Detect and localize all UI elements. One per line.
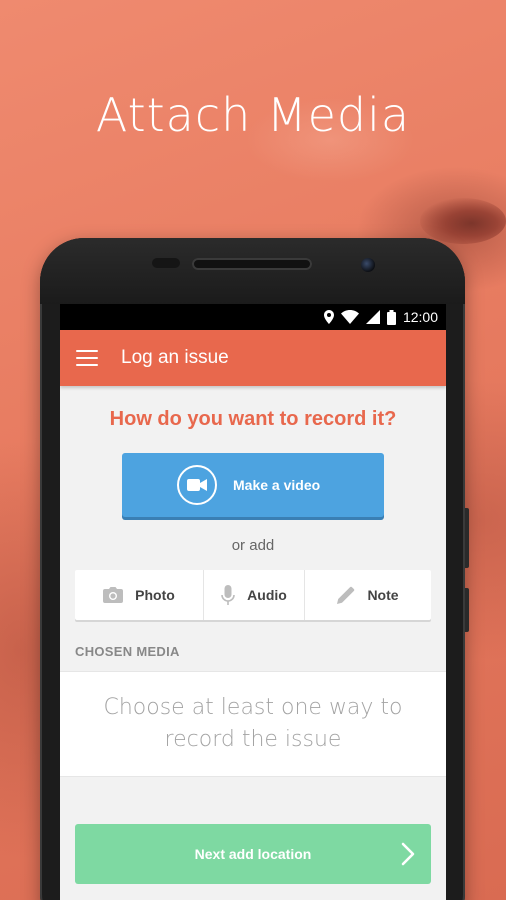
next-button-label: Next add location — [194, 846, 312, 862]
photo-option[interactable]: Photo — [75, 570, 203, 620]
video-camera-icon — [177, 465, 217, 505]
camera-icon — [103, 587, 124, 603]
wifi-icon — [340, 310, 359, 324]
phone-frame: 12:00 Log an issue How do you want to re… — [40, 238, 469, 900]
signal-icon — [365, 310, 380, 324]
or-add-text: or add — [231, 537, 275, 554]
audio-label: Audio — [247, 587, 287, 603]
power-button — [465, 508, 469, 568]
pencil-icon — [337, 586, 355, 604]
menu-icon[interactable] — [76, 350, 98, 366]
status-time: 12:00 — [402, 309, 438, 325]
make-video-label: Make a video — [233, 477, 321, 493]
volume-button — [465, 588, 469, 632]
app-bar-title: Log an issue — [121, 347, 229, 368]
phone-top-bezel — [40, 238, 465, 304]
chosen-media-empty-state: Choose at least one way to record the is… — [60, 671, 446, 777]
microphone-icon — [221, 585, 235, 605]
background-eye — [420, 198, 506, 244]
app-bar: Log an issue — [60, 330, 446, 386]
phone-screen: 12:00 Log an issue How do you want to re… — [60, 304, 446, 900]
record-question: How do you want to record it? — [109, 408, 397, 430]
note-label: Note — [367, 587, 399, 603]
empty-state-text: Choose at least one way to record the is… — [103, 695, 403, 752]
note-option[interactable]: Note — [304, 570, 431, 620]
location-icon — [323, 310, 334, 324]
photo-label: Photo — [135, 587, 175, 603]
audio-option[interactable]: Audio — [203, 570, 304, 620]
battery-icon — [386, 309, 396, 325]
earpiece-speaker — [192, 258, 312, 270]
next-add-location-button[interactable]: Next add location — [75, 824, 431, 884]
chevron-right-icon — [401, 842, 415, 866]
promo-headline: Attach Media — [95, 88, 411, 142]
proximity-sensor — [152, 258, 180, 268]
status-bar: 12:00 — [60, 304, 446, 330]
chosen-media-heading: CHOSEN MEDIA — [75, 644, 180, 659]
media-options: Photo Audio Note — [75, 570, 431, 620]
front-camera — [361, 258, 375, 272]
make-video-button[interactable]: Make a video — [122, 453, 384, 517]
